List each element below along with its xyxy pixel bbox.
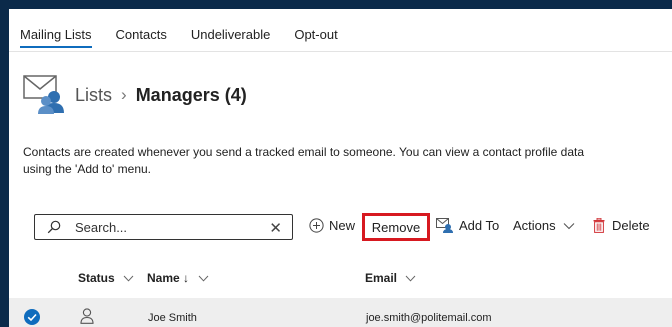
column-header-name[interactable]: Name ↓ [147,271,209,285]
search-input[interactable] [73,218,257,236]
name-header-label: Name ↓ [147,271,190,285]
add-to-list-icon [436,218,453,233]
breadcrumb: Lists › Managers (4) [23,75,247,115]
trash-icon [593,218,605,233]
tab-mailing-lists[interactable]: Mailing Lists [20,27,92,48]
breadcrumb-lists-link[interactable]: Lists [75,85,112,106]
delete-label: Delete [612,218,650,233]
actions-label: Actions [513,218,556,233]
actions-dropdown[interactable]: Actions [513,218,575,233]
contact-name[interactable]: Joe Smith [148,312,197,324]
new-button[interactable]: New [309,218,355,233]
add-to-button[interactable]: Add To [436,218,499,233]
remove-button[interactable]: Remove [362,213,430,241]
email-header-label: Email [365,271,398,285]
chevron-down-icon [123,275,134,282]
checkmark-icon [27,313,37,322]
chevron-down-icon [198,275,209,282]
status-header-label: Status [78,271,115,285]
description-line-1: Contacts are created whenever you send a… [23,145,584,159]
description-line-2: using the 'Add to' menu. [23,162,151,176]
main-panel: Mailing Lists Contacts Undeliverable Opt… [9,9,672,327]
add-circle-icon [309,218,324,233]
breadcrumb-separator: › [121,85,127,104]
row-selected-checkbox[interactable] [24,309,40,325]
new-button-label: New [329,218,356,233]
mailing-list-icon [23,75,64,114]
description-text: Contacts are created whenever you send a… [23,144,672,178]
page-title: Managers (4) [135,84,247,105]
table-row[interactable]: Joe Smith joe.smith@politemail.com [9,298,672,327]
add-to-label: Add To [459,218,500,233]
tab-divider [9,51,672,52]
tab-opt-out[interactable]: Opt-out [294,27,337,48]
delete-button[interactable]: Delete [593,218,650,233]
window-frame: Mailing Lists Contacts Undeliverable Opt… [0,0,672,327]
tab-undeliverable[interactable]: Undeliverable [191,27,271,48]
column-header-email[interactable]: Email [365,271,416,285]
tab-bar: Mailing Lists Contacts Undeliverable Opt… [20,27,362,48]
search-box[interactable]: ✕ [34,214,293,240]
person-icon [80,308,94,324]
chevron-down-icon [563,222,575,229]
chevron-down-icon [405,275,416,282]
contact-email: joe.smith@politemail.com [366,312,492,324]
search-icon [47,220,61,234]
tab-contacts[interactable]: Contacts [116,27,167,48]
column-header-status[interactable]: Status [78,271,134,285]
clear-search-icon[interactable]: ✕ [269,219,282,237]
